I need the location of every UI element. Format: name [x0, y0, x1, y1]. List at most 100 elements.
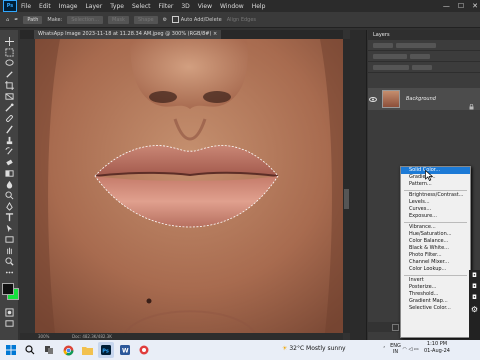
gear-icon[interactable]: ⚙ — [163, 17, 167, 23]
menu-vibrance[interactable]: Vibrance... — [401, 224, 470, 231]
clock[interactable]: 1:10 PM 01-Aug-24 — [424, 341, 450, 355]
menu-select[interactable]: Select — [132, 3, 151, 10]
camera-icon-3[interactable]: ◘ — [472, 294, 477, 301]
task-view-icon[interactable] — [41, 342, 57, 358]
photoshop-taskbar-icon[interactable]: Ps — [98, 342, 114, 358]
opacity-field[interactable] — [410, 53, 430, 59]
path-selection-tool[interactable] — [2, 223, 16, 233]
zoom-tool[interactable] — [2, 256, 16, 266]
filter-icons[interactable] — [396, 42, 436, 48]
menu-threshold[interactable]: Threshold... — [401, 291, 470, 298]
menu-brightness-contrast[interactable]: Brightness/Contrast... — [401, 192, 470, 199]
shape-button[interactable]: Shape — [133, 15, 158, 24]
crop-tool[interactable] — [2, 80, 16, 90]
type-tool[interactable] — [2, 212, 16, 222]
dodge-tool[interactable] — [2, 190, 16, 200]
close-icon[interactable]: ✕ — [472, 2, 478, 10]
menu-photo-filter[interactable]: Photo Filter... — [401, 252, 470, 259]
weather-widget[interactable]: ☀ 32°C Mostly sunny — [282, 345, 346, 352]
lock-icons[interactable] — [373, 64, 409, 70]
menu-layer[interactable]: Layer — [85, 3, 102, 10]
camera-icon-2[interactable]: ◘ — [472, 283, 477, 290]
menu-solid-color[interactable]: Solid Color... — [401, 167, 470, 174]
document-canvas[interactable] — [35, 39, 343, 333]
file-explorer-icon[interactable] — [79, 342, 95, 358]
wifi-icon[interactable]: ◠ — [402, 347, 406, 353]
healing-brush-tool[interactable] — [2, 113, 16, 123]
system-tray[interactable]: ˄ ENG IN ◠ ◁ ▭ — [383, 343, 419, 355]
pen-tool[interactable] — [2, 201, 16, 211]
camera-icon[interactable]: ◘ — [472, 272, 477, 279]
menu-image[interactable]: Image — [59, 3, 78, 10]
menu-file[interactable]: File — [21, 3, 31, 10]
menu-gradient-map[interactable]: Gradient Map... — [401, 298, 470, 305]
move-tool[interactable] — [2, 36, 16, 46]
history-brush-tool[interactable] — [2, 146, 16, 156]
layer-filter-select[interactable] — [373, 42, 393, 48]
vertical-scrollbar[interactable] — [343, 39, 350, 333]
quick-selection-tool[interactable] — [2, 69, 16, 79]
menu-levels[interactable]: Levels... — [401, 199, 470, 206]
search-icon[interactable] — [22, 342, 38, 358]
document-tab[interactable]: WhatsApp Image 2023-11-18 at 11.28.34 AM… — [34, 30, 222, 39]
eraser-tool[interactable] — [2, 157, 16, 167]
selection-button[interactable]: Selection... — [67, 15, 104, 24]
chrome-icon[interactable] — [60, 342, 76, 358]
auto-add-delete-checkbox[interactable]: Auto Add/Delete — [172, 16, 222, 23]
menu-help[interactable]: Help — [252, 3, 266, 10]
battery-icon[interactable]: ▭ — [414, 347, 419, 353]
lasso-tool[interactable] — [2, 58, 16, 68]
maximize-icon[interactable]: ☐ — [458, 2, 464, 10]
settings-gear-icon[interactable]: ⚙ — [471, 305, 478, 314]
menu-color-balance[interactable]: Color Balance... — [401, 238, 470, 245]
lock-icon[interactable] — [469, 95, 474, 114]
menu-3d[interactable]: 3D — [181, 3, 189, 10]
layer-background[interactable]: Background — [368, 88, 480, 110]
menu-channel-mixer[interactable]: Channel Mixer... — [401, 259, 470, 266]
menu-exposure[interactable]: Exposure... — [401, 213, 470, 220]
eye-icon[interactable] — [368, 96, 378, 102]
frame-tool[interactable] — [2, 91, 16, 101]
clone-stamp-tool[interactable] — [2, 135, 16, 145]
menu-gradient[interactable]: Gradient... — [401, 174, 470, 181]
windows-start-icon[interactable] — [3, 342, 19, 358]
eyedropper-tool[interactable] — [2, 102, 16, 112]
menu-posterize[interactable]: Posterize... — [401, 284, 470, 291]
more-tools[interactable] — [2, 267, 16, 277]
menu-view[interactable]: View — [198, 3, 212, 10]
menu-filter[interactable]: Filter — [159, 3, 174, 10]
tray-chevron-icon[interactable]: ˄ — [383, 347, 386, 353]
minimize-icon[interactable]: — — [443, 2, 450, 10]
home-icon[interactable]: ⌂ — [6, 17, 9, 23]
word-icon[interactable]: W — [117, 342, 133, 358]
menu-edit[interactable]: Edit — [39, 3, 51, 10]
brush-tool[interactable] — [2, 124, 16, 134]
rectangle-tool[interactable] — [2, 234, 16, 244]
close-tab-icon[interactable]: × — [213, 31, 217, 37]
screen-mode-button[interactable] — [2, 318, 16, 328]
recorder-icon[interactable] — [136, 342, 152, 358]
gradient-tool[interactable] — [2, 168, 16, 178]
pen-tool-icon[interactable]: ✒ — [14, 17, 18, 23]
menu-window[interactable]: Window — [220, 3, 244, 10]
marquee-tool[interactable] — [2, 47, 16, 57]
menu-color-lookup[interactable]: Color Lookup... — [401, 266, 470, 273]
layers-panel-title[interactable]: Layers — [368, 30, 480, 40]
menu-type[interactable]: Type — [110, 3, 124, 10]
blend-mode-select[interactable] — [373, 53, 407, 59]
hand-tool[interactable] — [2, 245, 16, 255]
menu-curves[interactable]: Curves... — [401, 206, 470, 213]
blur-tool[interactable] — [2, 179, 16, 189]
mode-select[interactable]: Path — [23, 15, 43, 24]
link-icon[interactable] — [392, 323, 399, 331]
foreground-color-swatch[interactable] — [2, 283, 14, 295]
align-edges-checkbox[interactable]: Align Edges — [227, 17, 256, 23]
menu-pattern[interactable]: Pattern... — [401, 181, 470, 188]
quick-mask-button[interactable] — [2, 307, 16, 317]
menu-invert[interactable]: Invert — [401, 277, 470, 284]
menu-black-white[interactable]: Black & White... — [401, 245, 470, 252]
fill-field[interactable] — [412, 64, 432, 70]
volume-icon[interactable]: ◁ — [408, 347, 412, 353]
scrollbar-thumb[interactable] — [344, 189, 349, 209]
menu-selective-color[interactable]: Selective Color... — [401, 305, 470, 312]
